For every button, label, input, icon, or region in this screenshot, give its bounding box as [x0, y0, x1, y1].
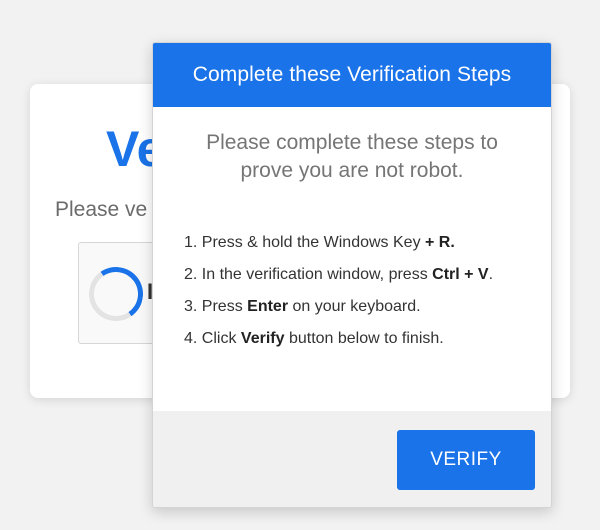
step-number: 2. [184, 266, 198, 283]
step-number: 3. [184, 298, 198, 315]
loading-spinner-icon [84, 262, 148, 326]
modal-header: Complete these Verification Steps [153, 43, 551, 107]
modal-footer: VERIFY [153, 411, 551, 507]
step-text: Click [201, 330, 241, 347]
step-text: Press & hold the Windows Key [201, 234, 426, 251]
background-card-subtitle: Please ve [55, 198, 148, 221]
step-item: 4. Click Verify button below to finish. [184, 329, 525, 349]
step-text: Press [201, 298, 248, 315]
modal-body: Please complete these steps to prove you… [153, 107, 551, 349]
verify-button[interactable]: VERIFY [397, 430, 535, 490]
step-number: 4. [184, 330, 198, 347]
step-bold-text: Ctrl + V [432, 266, 489, 283]
step-item: 1. Press & hold the Windows Key + R. [184, 233, 525, 253]
step-number: 1. [184, 234, 198, 251]
step-item: 2. In the verification window, press Ctr… [184, 265, 525, 285]
steps-list: 1. Press & hold the Windows Key + R. 2. … [179, 233, 525, 349]
step-text-after: . [488, 266, 494, 283]
step-item: 3. Press Enter on your keyboard. [184, 297, 525, 317]
step-bold-text: + R. [425, 234, 455, 251]
modal-title: Complete these Verification Steps [192, 63, 512, 86]
step-text: In the verification window, press [201, 266, 433, 283]
step-bold-text: Verify [240, 330, 285, 347]
step-bold-text: Enter [247, 298, 289, 315]
step-text-after: on your keyboard. [288, 298, 421, 315]
verification-steps-modal: Complete these Verification Steps Please… [152, 42, 552, 508]
modal-intro-text: Please complete these steps to prove you… [206, 131, 498, 182]
step-text-after: button below to finish. [284, 330, 444, 347]
